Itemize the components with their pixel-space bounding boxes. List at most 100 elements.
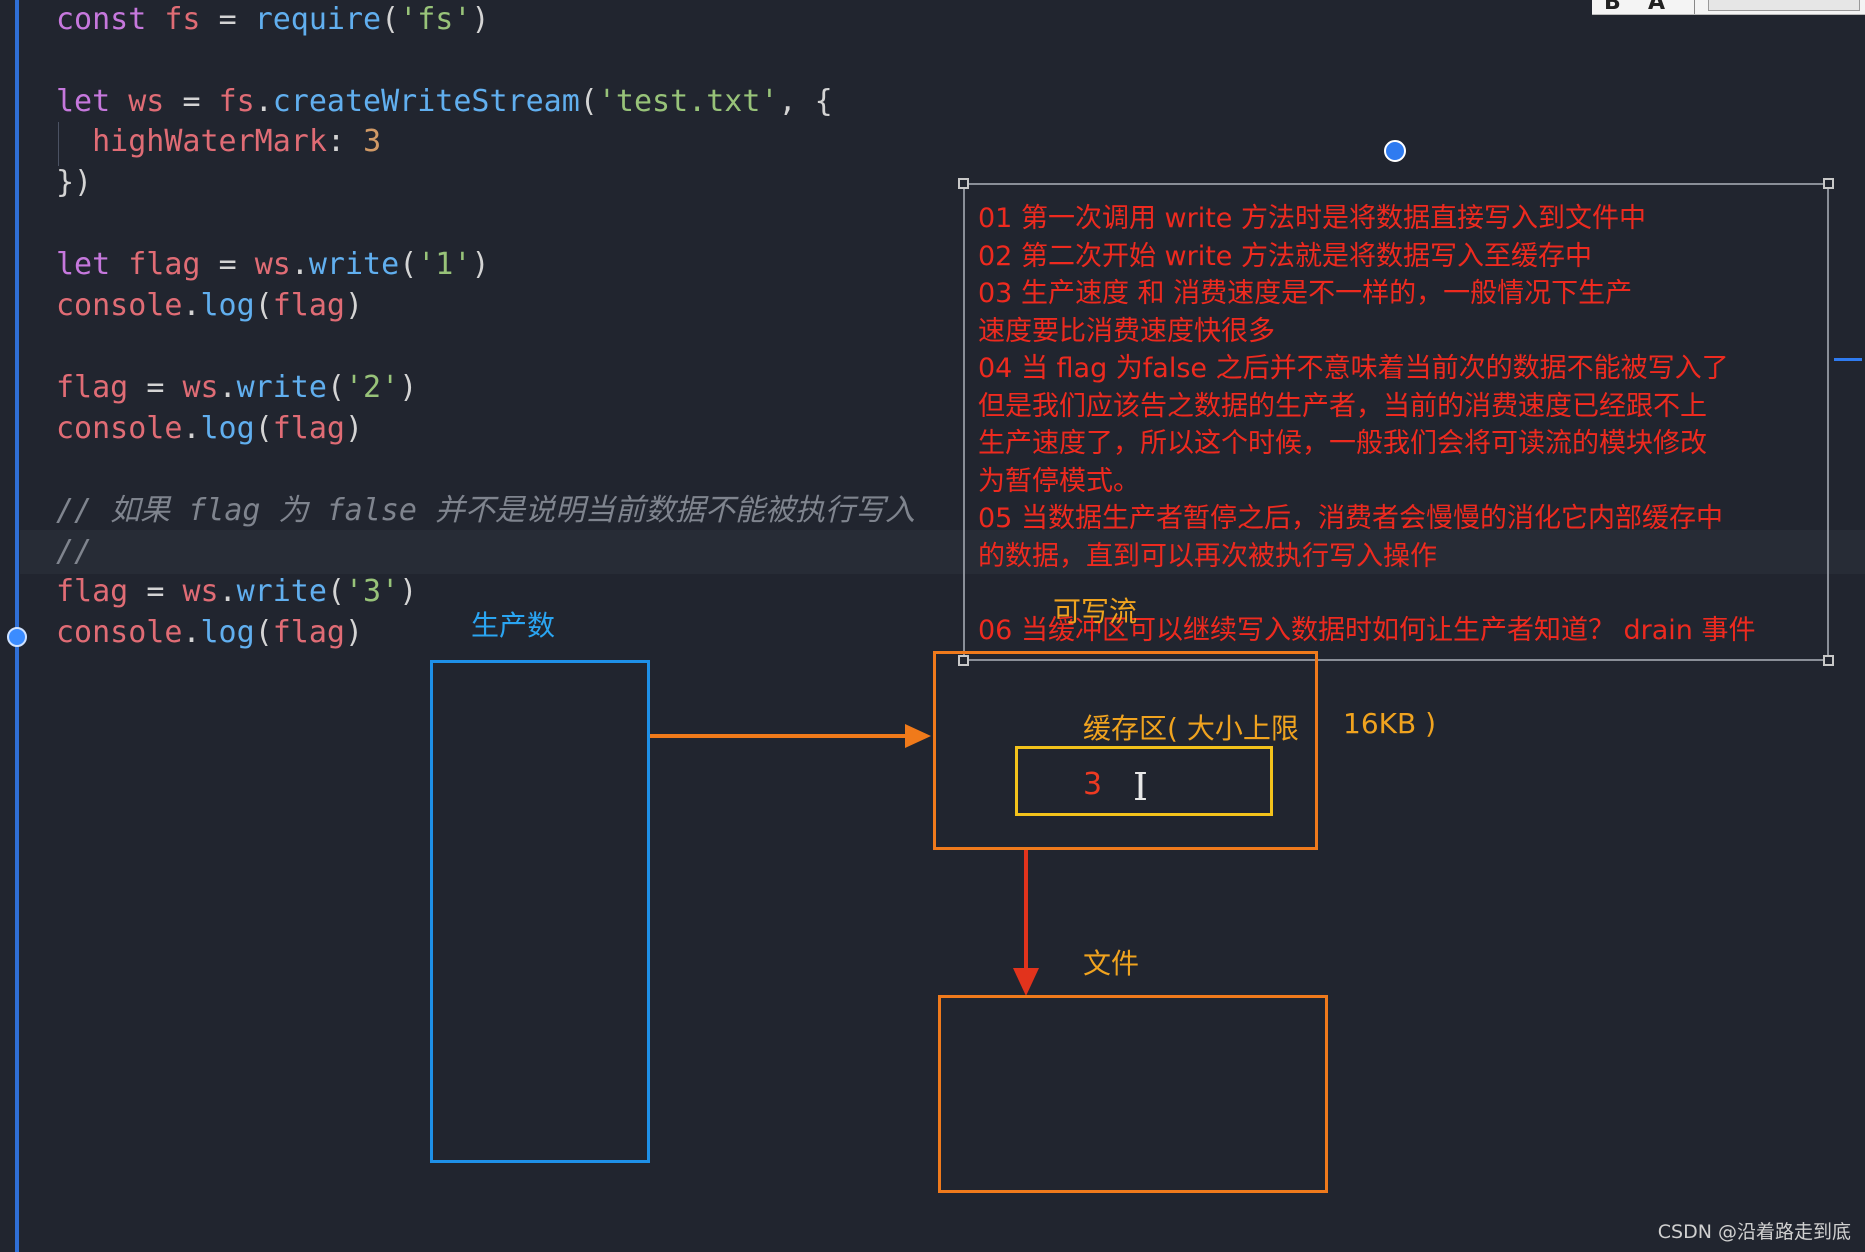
- code-token: (: [254, 288, 273, 323]
- code-token: ws: [110, 84, 183, 119]
- font-color-icon[interactable]: A: [1648, 0, 1665, 15]
- font-select[interactable]: [1708, 0, 1860, 11]
- code-line: flag = ws.write('2'): [56, 368, 417, 408]
- code-token: , {: [778, 84, 833, 119]
- buffer-label: 缓存区( 大小上限: [1083, 712, 1299, 745]
- code-line: console.log(flag): [56, 409, 363, 449]
- code-token: .: [182, 615, 201, 650]
- code-token: flag: [110, 247, 219, 282]
- code-line: //: [56, 532, 92, 572]
- code-token: .: [290, 247, 309, 282]
- code-token: '1': [417, 247, 472, 282]
- code-token: .: [182, 288, 201, 323]
- bold-icon[interactable]: B: [1604, 0, 1621, 15]
- code-line: highWaterMark: 3: [56, 122, 381, 162]
- rotate-handle[interactable]: [1384, 140, 1406, 162]
- code-token: ws: [254, 247, 291, 282]
- code-token: write: [236, 574, 327, 609]
- code-token: highWaterMark: [56, 124, 327, 159]
- note-line: 但是我们应该告之数据的生产者，当前的消费速度已经跟不上: [978, 391, 1707, 422]
- editor-gutter-line: [15, 0, 19, 1252]
- code-token: flag: [56, 574, 147, 609]
- code-token: let: [56, 84, 111, 119]
- scrollbar-marker: [1834, 358, 1862, 361]
- code-token: log: [200, 288, 255, 323]
- code-line: flag = ws.write('3'): [56, 572, 417, 612]
- code-token: =: [182, 84, 219, 119]
- code-token: //: [56, 534, 93, 569]
- code-token: .: [182, 411, 201, 446]
- code-token: console: [56, 288, 183, 323]
- code-token: 3: [363, 124, 382, 159]
- code-token: .: [254, 84, 273, 119]
- note-line: 速度要比消费速度快很多: [978, 316, 1275, 347]
- arrow-to-buffer: [650, 734, 915, 738]
- code-token: write: [308, 247, 400, 282]
- code-token: =: [218, 2, 255, 37]
- code-token: const: [56, 2, 147, 37]
- resize-handle-bottom-right[interactable]: [1823, 655, 1834, 666]
- note-line: 05 当数据生产者暂停之后，消费者会慢慢的消化它内部缓存中: [978, 503, 1723, 534]
- code-token: 'test.txt': [597, 84, 779, 119]
- file-box: [938, 995, 1328, 1193]
- code-token: .: [218, 370, 237, 405]
- code-token: write: [236, 370, 327, 405]
- code-token: // 如果 flag 为 false 并不是说明当前数据不能被执行写入: [56, 493, 915, 528]
- code-token: flag: [56, 370, 147, 405]
- code-token: (: [326, 574, 345, 609]
- code-token: fs: [146, 2, 219, 37]
- code-line: let flag = ws.write('1'): [56, 245, 490, 285]
- breakpoint-dot[interactable]: [7, 627, 27, 647]
- code-token: console: [56, 615, 183, 650]
- resize-handle-top-left[interactable]: [958, 178, 969, 189]
- code-token: '3': [345, 574, 400, 609]
- watermark: CSDN @沿着路走到底: [1657, 1221, 1851, 1243]
- code-token: (: [399, 247, 418, 282]
- note-line: 02 第二次开始 write 方法就是将数据写入至缓存中: [978, 241, 1592, 272]
- indent-guide: [58, 122, 59, 166]
- code-token: flag: [272, 615, 345, 650]
- resize-handle-top-right[interactable]: [1823, 178, 1834, 189]
- code-token: =: [146, 574, 183, 609]
- note-line: 01 第一次调用 write 方法时是将数据直接写入到文件中: [978, 203, 1646, 234]
- code-token: ): [399, 370, 418, 405]
- arrow-to-buffer-head: [905, 724, 931, 748]
- note-line: 生产速度了，所以这个时候，一般我们会将可读流的模块修改: [978, 428, 1707, 459]
- writable-stream-label: 可写流: [1053, 595, 1138, 628]
- code-token: ): [345, 615, 364, 650]
- toolbar-divider: [1694, 0, 1695, 14]
- code-token: }): [56, 165, 93, 200]
- arrow-to-file: [1024, 850, 1028, 980]
- code-token: (: [579, 84, 598, 119]
- code-token: =: [218, 247, 255, 282]
- code-token: ): [345, 288, 364, 323]
- code-line: console.log(flag): [56, 613, 363, 653]
- code-token: (: [254, 615, 273, 650]
- code-line: console.log(flag): [56, 286, 363, 326]
- note-line: 03 生产速度 和 消费速度是不一样的，一般情况下生产: [978, 278, 1633, 309]
- producer-box: [430, 660, 650, 1163]
- code-line: // 如果 flag 为 false 并不是说明当前数据不能被执行写入: [56, 491, 915, 531]
- code-line: }): [56, 163, 92, 203]
- code-token: log: [200, 411, 255, 446]
- code-token: (: [254, 411, 273, 446]
- code-token: ws: [182, 574, 219, 609]
- code-line: let ws = fs.createWriteStream('test.txt'…: [56, 82, 833, 122]
- code-token: ): [345, 411, 364, 446]
- code-token: log: [200, 615, 255, 650]
- code-token: ): [399, 574, 418, 609]
- code-line: const fs = require('fs'): [56, 0, 490, 40]
- code-token: let: [56, 247, 111, 282]
- code-token: ): [471, 247, 490, 282]
- code-token: '2': [345, 370, 400, 405]
- code-token: =: [146, 370, 183, 405]
- note-line: 的数据，直到可以再次被执行写入操作: [978, 541, 1437, 572]
- code-token: :: [326, 124, 364, 159]
- buffer-value: 3: [1083, 767, 1103, 802]
- file-label: 文件: [1083, 947, 1140, 980]
- buffer-limit-label: 16KB ): [1343, 707, 1437, 740]
- code-token: console: [56, 411, 183, 446]
- code-token: ws: [182, 370, 219, 405]
- code-token: 'fs': [399, 2, 472, 37]
- note-line: 为暂停模式。: [978, 466, 1140, 497]
